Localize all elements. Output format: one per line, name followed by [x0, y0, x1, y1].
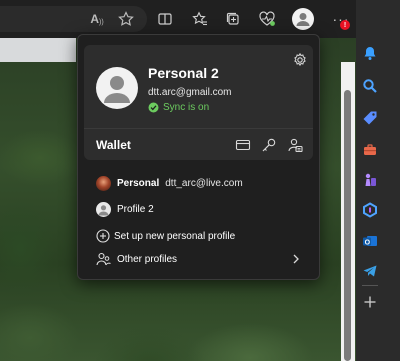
svg-text:O: O: [365, 239, 371, 246]
add-circle-icon: [96, 229, 110, 243]
personal-info-icon[interactable]: [287, 137, 303, 153]
payment-card-icon[interactable]: [235, 137, 251, 153]
sync-check-icon: [148, 102, 159, 113]
notification-bell-icon[interactable]: [361, 44, 379, 62]
profile-email: dtt.arc@gmail.com: [148, 87, 232, 98]
favorite-star-icon[interactable]: [117, 10, 135, 28]
profile-name: Personal 2: [148, 65, 219, 81]
read-aloud-icon[interactable]: A )): [88, 10, 106, 28]
tools-briefcase-icon[interactable]: [361, 141, 379, 159]
page-scrollbar-thumb[interactable]: [344, 90, 351, 361]
other-profiles-button[interactable]: Other profiles: [96, 252, 177, 266]
wallet-bar[interactable]: Wallet: [84, 128, 313, 160]
people-icon: [96, 252, 111, 266]
microsoft365-icon[interactable]: [361, 201, 379, 219]
browser-essentials-icon[interactable]: [258, 10, 276, 28]
settings-gear-icon[interactable]: [293, 52, 307, 67]
sync-status-text: Sync is on: [163, 102, 210, 113]
page-header-strip: [0, 38, 76, 62]
outlook-icon[interactable]: O: [361, 232, 379, 250]
profile-item-name: Profile 2: [117, 204, 154, 215]
profile-item-profile-2[interactable]: Profile 2: [96, 202, 154, 217]
wallet-label: Wallet: [96, 138, 131, 152]
profile-flyout: Personal 2 dtt.arc@gmail.com Sync is on …: [77, 34, 320, 280]
collections-icon[interactable]: [224, 10, 242, 28]
chevron-right-icon: [291, 252, 301, 264]
avatar: [96, 202, 111, 217]
profile-item-personal[interactable]: Personal dtt_arc@live.com: [96, 176, 243, 191]
games-chess-icon[interactable]: [361, 171, 379, 189]
set-up-new-profile-button[interactable]: Set up new personal profile: [96, 229, 235, 243]
add-icon[interactable]: [361, 293, 379, 311]
profile-item-email: dtt_arc@live.com: [165, 178, 243, 189]
shopping-tag-icon[interactable]: [361, 109, 379, 127]
search-icon[interactable]: [361, 77, 379, 95]
avatar: [96, 176, 111, 191]
browser-window: A )) ··· ! b: [0, 0, 400, 361]
password-key-icon[interactable]: [261, 137, 277, 153]
favorites-icon[interactable]: [191, 10, 209, 28]
profile-avatar-icon[interactable]: [292, 8, 314, 30]
alert-badge-icon: !: [340, 20, 350, 30]
split-screen-icon[interactable]: [156, 10, 174, 28]
sync-status[interactable]: Sync is on: [148, 102, 209, 113]
avatar: [96, 67, 138, 109]
telegram-icon[interactable]: [361, 262, 379, 280]
profile-item-name: Personal: [117, 178, 160, 189]
set-up-new-profile-label: Set up new personal profile: [114, 230, 236, 242]
sidebar-divider: [362, 285, 378, 286]
browser-toolbar: A )) ··· ! b: [0, 0, 400, 38]
other-profiles-label: Other profiles: [117, 253, 178, 265]
